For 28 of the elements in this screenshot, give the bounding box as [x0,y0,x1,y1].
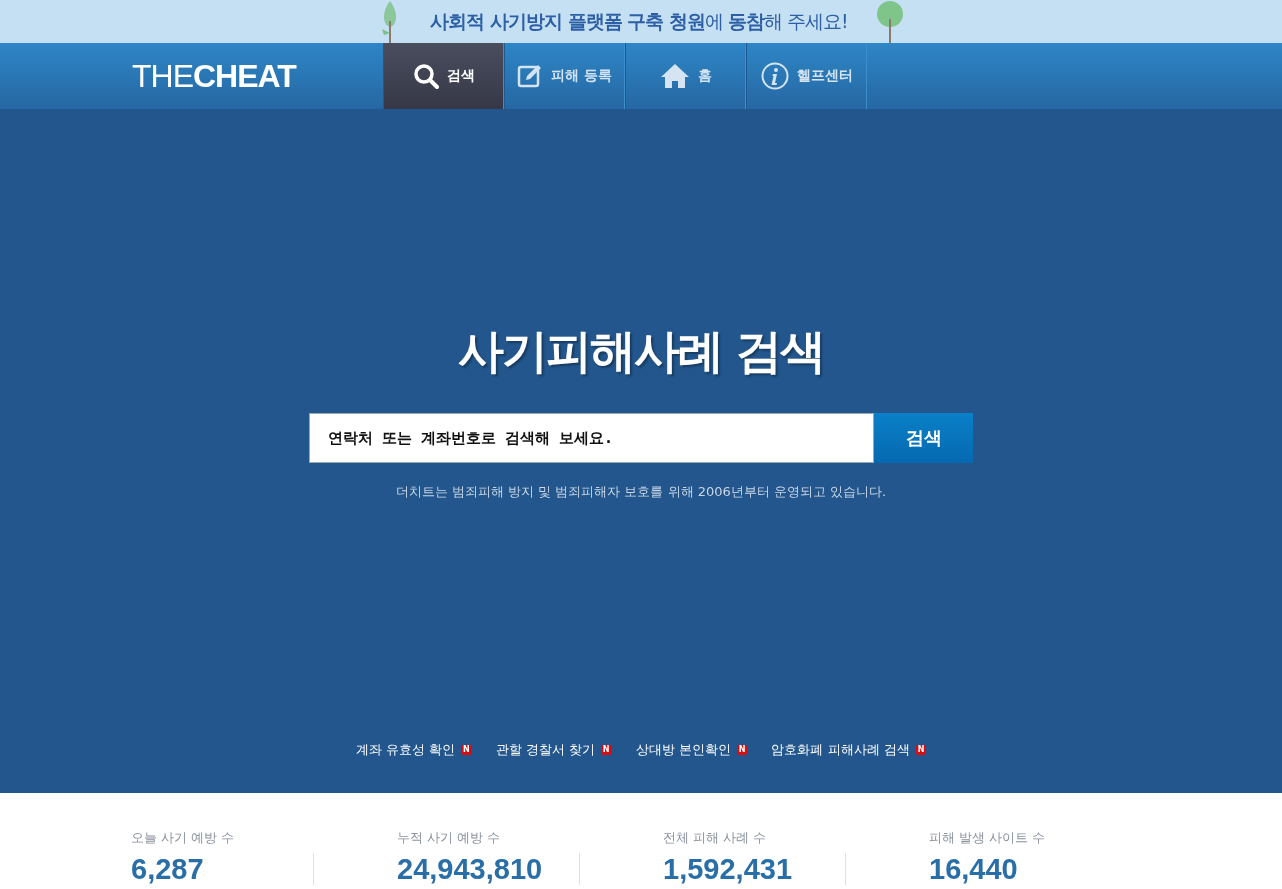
new-badge: N [600,745,612,755]
quick-link[interactable]: 상대방 본인확인 [635,741,731,759]
tree-icon [875,1,904,43]
quick-link[interactable]: 암호화폐 피해사례 검색 [771,741,910,759]
nav-tab[interactable]: 검색 [383,43,504,109]
stat-value: 16,440 [929,853,1019,886]
stat-label: 오늘 사기 예방 수 [131,829,236,847]
new-badge: N [736,745,748,755]
logo[interactable]: THECHEAT [132,57,383,95]
quick-link[interactable]: 계좌 유효성 확인 [355,741,455,759]
info-icon [760,62,789,90]
stat-value: 6,287 [131,853,205,886]
house-icon [659,63,690,89]
stat-value: 1,592,431 [663,853,793,886]
hero-title: 사기피해사례 검색 [458,323,824,380]
new-badge: N [915,745,927,755]
stat-label: 전체 피해 사례 수 [663,829,768,847]
banner-text[interactable]: 사회적 사기방지 플랫폼 구축 청원에 동참해 주세요! [430,8,848,35]
quick-link[interactable]: 관할 경찰서 찾기 [495,741,595,759]
search-icon [412,63,439,89]
new-badge: N [460,745,472,755]
stat-label: 피해 발생 사이트 수 [929,829,1047,847]
stat-value: 24,943,810 [397,853,544,886]
edit-icon [517,63,544,89]
search-field[interactable]: 연락처 또는 계좌번호로 검색해 보세요. [309,413,874,463]
search-button[interactable]: 검색 [874,413,973,463]
stat-label: 누적 사기 예방 수 [397,829,502,847]
hero-note: 더치트는 범죄피해 방지 및 범죄피해자 보호를 위해 2006년부터 운영되고 있습니다. [395,483,887,501]
